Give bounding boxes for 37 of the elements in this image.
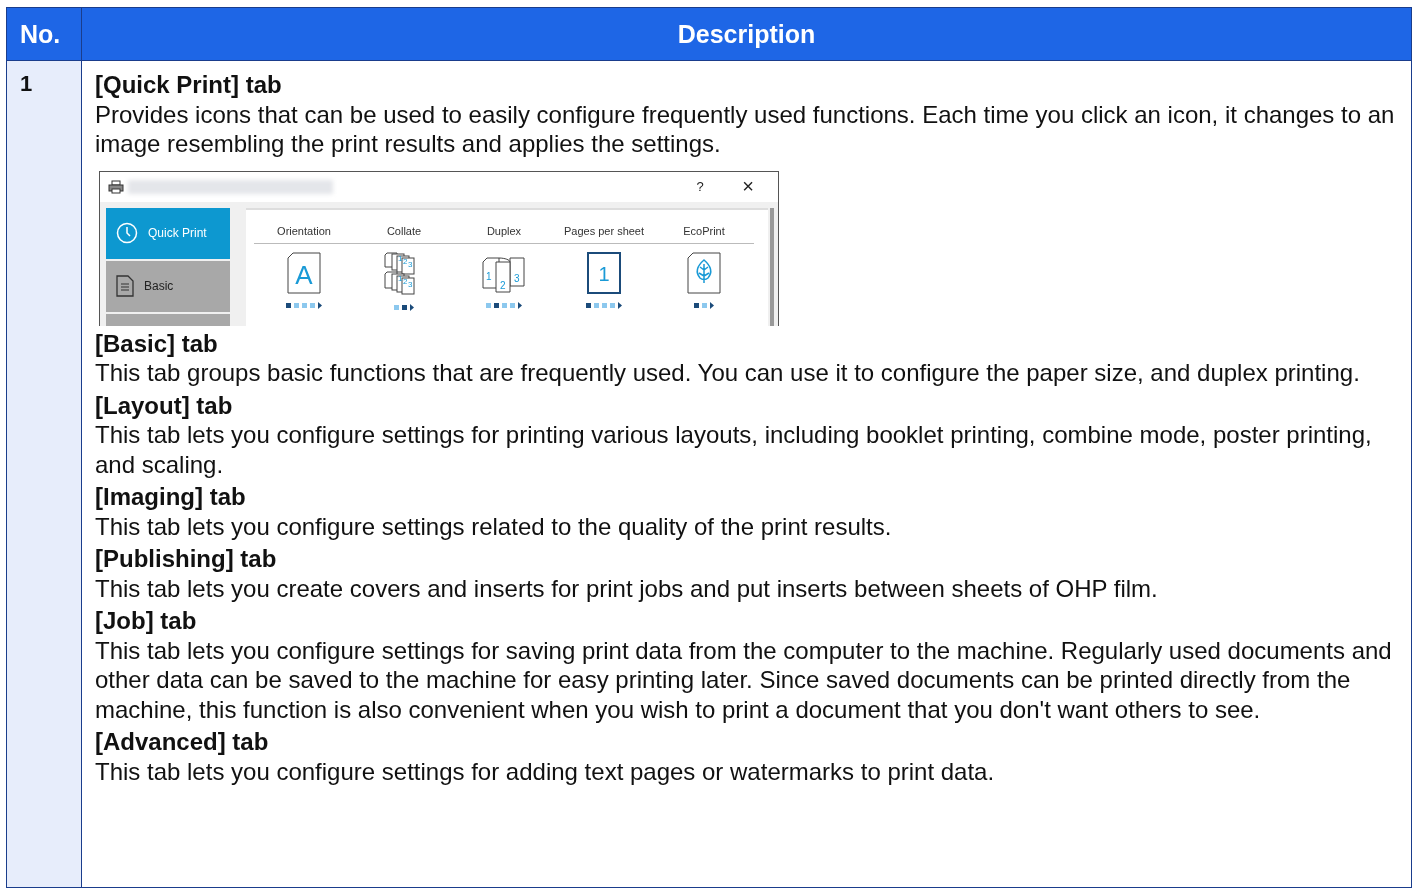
option-label: Collate xyxy=(354,223,454,244)
section-heading: [Layout] tab xyxy=(95,390,234,420)
section-heading: [Job] tab xyxy=(95,606,198,636)
option-label: Pages per sheet xyxy=(554,223,654,244)
column-header: No. xyxy=(7,8,82,60)
option-label: Orientation xyxy=(254,223,354,244)
section-text: This tab lets you create covers and inserts for print jobs and put inserts between sheets of OHP film. xyxy=(95,573,1159,603)
option-label: Duplex xyxy=(454,223,554,244)
section-heading: [Quick Print] tab xyxy=(95,70,283,100)
printer-icon xyxy=(108,179,124,194)
help-button[interactable]: ? xyxy=(678,179,722,194)
section-text: This tab groups basic functions that are frequently used. You can use it to configure the paper size, and duplex printing. xyxy=(95,358,1361,388)
arrow-icon xyxy=(318,301,322,309)
sidebar-tab[interactable]: Basic xyxy=(106,260,230,312)
arrow-icon xyxy=(618,301,622,309)
arrow-icon xyxy=(518,301,522,309)
section-heading: [Basic] tab xyxy=(95,328,219,358)
section-text: This tab lets you configure settings for saving print data from the computer to the machine. Regularly used documents and other data can be saved to the machine for easy printing later. Since saved documents can be printed directly from the machine, this function is also convenient when you wish to print a document that you don't want others to see. xyxy=(95,635,1393,724)
section-heading: [Publishing] tab xyxy=(95,544,278,574)
section-text: This tab lets you configure settings related to the quality of the print results. xyxy=(95,511,893,541)
column-header: Description xyxy=(676,18,817,50)
clock-icon xyxy=(116,222,138,244)
section-text: This tab lets you configure settings for adding text pages or watermarks to print data. xyxy=(95,756,996,786)
option-label: EcoPrint xyxy=(654,223,754,244)
sidebar-tab[interactable]: Quick Print xyxy=(106,207,230,259)
section-heading: [Imaging] tab xyxy=(95,482,247,512)
section-heading: [Advanced] tab xyxy=(95,727,270,757)
arrow-icon xyxy=(710,301,714,309)
section-text: This tab lets you configure settings for printing various layouts, including booklet printing, combine mode, poster printing, and scaling. xyxy=(95,420,1373,479)
arrow-icon xyxy=(410,303,414,311)
row-number: 1 xyxy=(20,71,33,96)
close-button[interactable]: × xyxy=(726,175,770,198)
page-letter-icon[interactable]: A xyxy=(287,251,321,294)
section-text: Provides icons that can be used to easily configure frequently used functions. Each time you click an icon, it changes to an image resembling the print results and applies the settings. xyxy=(95,99,1396,159)
leaf-page-icon[interactable] xyxy=(687,251,721,294)
single-page-icon[interactable]: 1 xyxy=(587,251,621,294)
document-icon xyxy=(116,275,134,297)
